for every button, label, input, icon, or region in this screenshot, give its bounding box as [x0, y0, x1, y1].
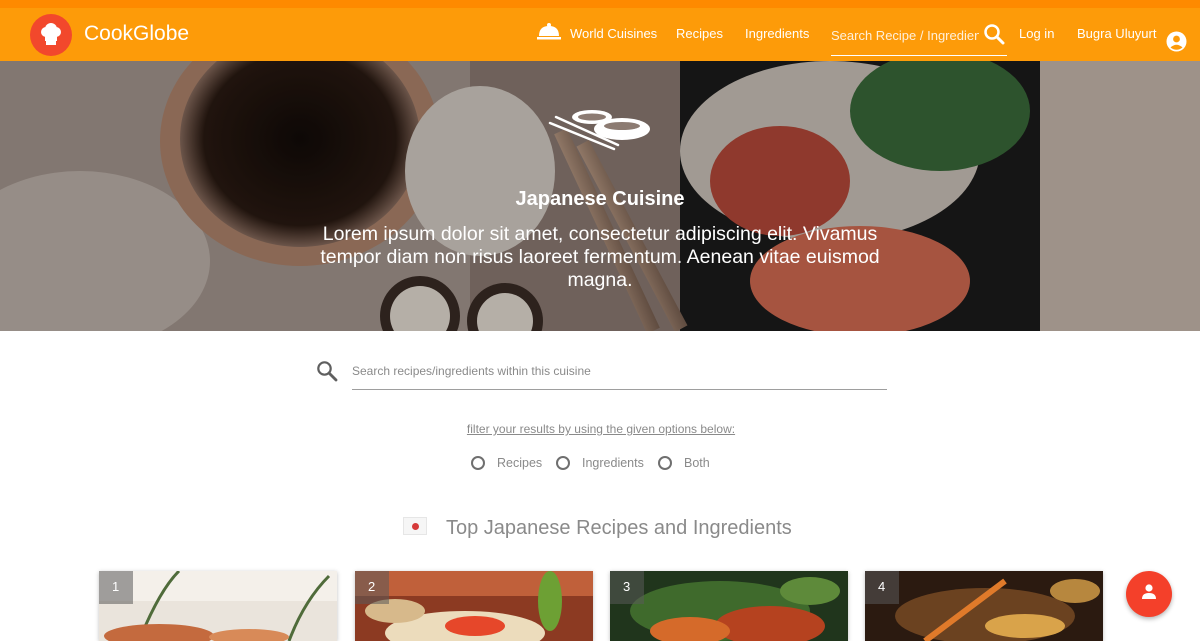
person-icon [1140, 583, 1158, 606]
radio-recipes[interactable]: Recipes [471, 456, 542, 470]
bowls-chopsticks-icon [548, 103, 654, 158]
nav-search-box [831, 18, 1007, 56]
radio-label: Ingredients [582, 456, 644, 470]
brand-name[interactable]: CookGlobe [84, 22, 189, 46]
top-navbar: CookGlobe World Cuisines Recipes Ingredi… [0, 0, 1200, 61]
radio-circle[interactable] [556, 456, 570, 470]
hero-banner: Japanese Cuisine Lorem ipsum dolor sit a… [0, 61, 1200, 331]
recipe-card[interactable]: 2 [355, 571, 593, 641]
nav-recipes[interactable]: Recipes [676, 26, 723, 41]
recipe-card[interactable]: 1 [99, 571, 337, 641]
search-icon[interactable] [983, 23, 1005, 50]
radio-circle[interactable] [658, 456, 672, 470]
radio-label: Both [684, 456, 710, 470]
radio-both[interactable]: Both [658, 456, 710, 470]
hero-description: Lorem ipsum dolor sit amet, consectetur … [320, 223, 880, 291]
hero-title: Japanese Cuisine [515, 188, 685, 210]
card-rank: 4 [865, 571, 899, 604]
radio-circle[interactable] [471, 456, 485, 470]
flag-sun [411, 522, 419, 530]
nav-world-cuisines[interactable]: World Cuisines [570, 26, 657, 41]
radio-label: Recipes [497, 456, 543, 470]
card-image [610, 571, 848, 641]
nav-search-input[interactable] [831, 28, 979, 43]
japan-flag-icon [403, 517, 427, 535]
nav-user-name[interactable]: Bugra Uluyurt [1077, 26, 1156, 41]
account-circle-icon[interactable] [1166, 31, 1187, 57]
cuisine-search-field [352, 360, 887, 390]
radio-ingredients[interactable]: Ingredients [556, 456, 644, 470]
nav-ingredients[interactable]: Ingredients [745, 26, 809, 41]
chef-hat-icon[interactable] [30, 14, 72, 56]
card-rank: 2 [355, 571, 389, 604]
card-rank: 3 [610, 571, 644, 604]
nav-login[interactable]: Log in [1019, 26, 1054, 41]
card-image [355, 571, 593, 641]
cloche-icon[interactable] [537, 22, 561, 45]
card-image [865, 571, 1103, 641]
recipe-card[interactable]: 3 [610, 571, 848, 641]
recipe-card[interactable]: 4 [865, 571, 1103, 641]
search-icon[interactable] [316, 360, 338, 387]
user-fab-button[interactable] [1126, 571, 1172, 617]
card-rank: 1 [99, 571, 133, 604]
filter-hint: filter your results by using the given o… [466, 422, 736, 436]
section-title: Top Japanese Recipes and Ingredients [446, 517, 792, 539]
card-image [99, 571, 337, 641]
cuisine-search-input[interactable] [352, 360, 887, 378]
